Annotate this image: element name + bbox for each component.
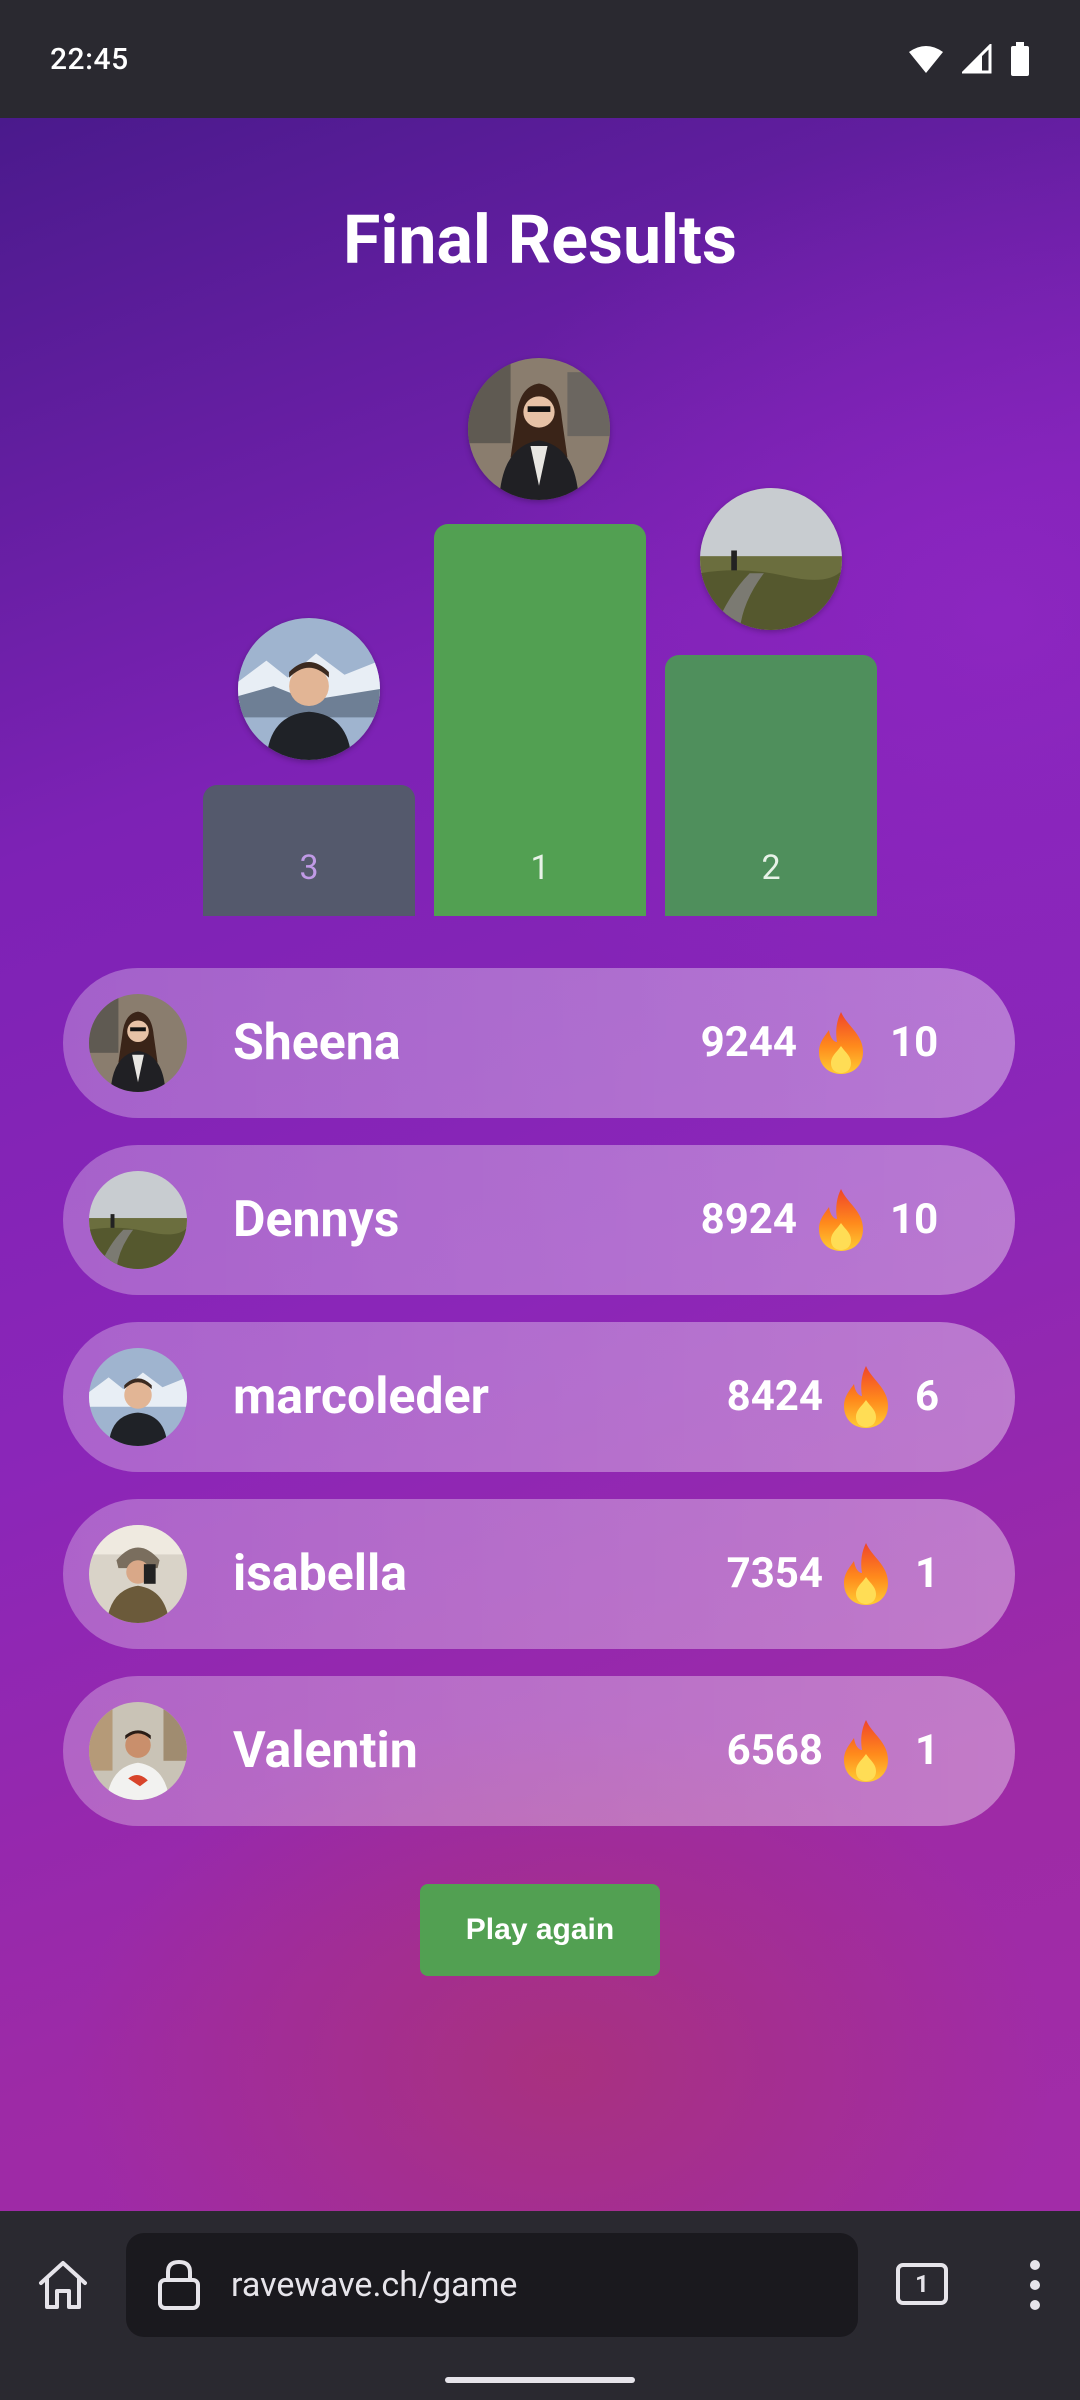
player-name: marcoleder (233, 1368, 489, 1426)
browser-toolbar: ravewave.ch/game 1 (0, 2211, 1080, 2400)
fire-icon (844, 1720, 888, 1782)
avatar (89, 994, 187, 1092)
fire-icon (844, 1366, 888, 1428)
podium-block-first: 1 (434, 524, 646, 916)
leaderboard-row: isabella 7354 1 (63, 1499, 1015, 1649)
avatar (89, 1348, 187, 1446)
tab-count: 1 (915, 2270, 929, 2298)
battery-icon (1011, 42, 1029, 76)
player-streak: 1 (915, 1726, 940, 1775)
results-screen: Final Results 3 1 2 Sheena 9244 10 Denny… (0, 118, 1080, 2211)
player-streak: 10 (890, 1018, 939, 1067)
leaderboard-row: Sheena 9244 10 (63, 968, 1015, 1118)
podium-rank-first: 1 (530, 848, 550, 888)
gesture-handle[interactable] (445, 2377, 635, 2383)
play-again-button[interactable]: Play again (420, 1884, 660, 1976)
avatar (89, 1525, 187, 1623)
tab-switcher-button[interactable]: 1 (896, 2263, 948, 2305)
fire-icon (844, 1543, 888, 1605)
avatar (89, 1702, 187, 1800)
podium-avatar-second (700, 488, 842, 630)
podium-block-second: 2 (665, 655, 877, 916)
status-time: 22:45 (50, 41, 129, 77)
signal-icon (962, 44, 992, 74)
podium-block-third: 3 (203, 785, 415, 916)
podium-avatar-first (468, 358, 610, 500)
leaderboard-row: marcoleder 8424 6 (63, 1322, 1015, 1472)
fire-icon (819, 1012, 863, 1074)
address-bar[interactable]: ravewave.ch/game (126, 2233, 858, 2337)
player-name: isabella (233, 1545, 408, 1603)
player-name: Dennys (233, 1191, 400, 1249)
player-score: 6568 (726, 1726, 823, 1775)
player-name: Sheena (233, 1014, 401, 1072)
player-score: 9244 (700, 1018, 797, 1067)
leaderboard-row: Dennys 8924 10 (63, 1145, 1015, 1295)
avatar (89, 1171, 187, 1269)
status-icons (908, 42, 1030, 76)
lock-icon[interactable] (156, 2258, 202, 2312)
more-menu-icon[interactable] (1025, 2257, 1045, 2313)
player-streak: 6 (915, 1372, 940, 1421)
podium-rank-second: 2 (761, 848, 781, 888)
player-streak: 1 (915, 1549, 940, 1598)
home-icon[interactable] (35, 2257, 91, 2313)
status-bar: 22:45 (0, 0, 1080, 118)
player-name: Valentin (233, 1722, 418, 1780)
player-score: 7354 (726, 1549, 823, 1598)
wifi-icon (909, 46, 943, 73)
podium-rank-third: 3 (299, 848, 319, 888)
url-text[interactable]: ravewave.ch/game (231, 2233, 517, 2337)
player-score: 8924 (700, 1195, 797, 1244)
page-title: Final Results (343, 200, 737, 280)
fire-icon (819, 1189, 863, 1251)
player-streak: 10 (890, 1195, 939, 1244)
player-score: 8424 (726, 1372, 823, 1421)
podium-avatar-third (238, 618, 380, 760)
leaderboard-row: Valentin 6568 1 (63, 1676, 1015, 1826)
